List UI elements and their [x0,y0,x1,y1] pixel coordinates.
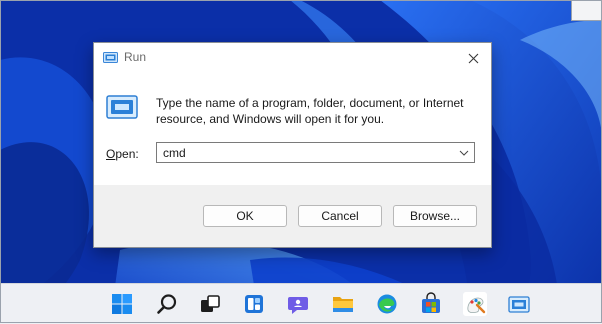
combo-dropdown-button[interactable] [454,143,474,162]
paint-icon [463,292,487,316]
start-button[interactable] [110,292,134,316]
search-icon [157,294,177,314]
widgets-button[interactable] [242,292,266,316]
open-label-text: pen: [115,147,139,161]
browse-button[interactable]: Browse... [393,205,477,227]
run-taskbar-button[interactable] [507,292,531,316]
open-label: Open: [106,147,139,161]
edge-icon [377,294,397,314]
file-explorer-button[interactable] [331,292,355,316]
close-button[interactable] [455,43,491,73]
open-label-mnemonic: O [106,147,116,161]
search-button[interactable] [155,292,179,316]
window-title: Run [124,50,147,64]
file-explorer-icon [333,297,353,312]
microsoft-store-icon [422,292,440,313]
paint-button[interactable] [463,292,487,316]
window-corner [571,0,602,21]
cancel-button[interactable]: Cancel [298,205,382,227]
widgets-icon [245,295,263,313]
title-bar[interactable]: Run [94,43,491,73]
dialog-footer: OK Cancel Browse... [94,185,491,247]
ok-button[interactable]: OK [203,205,287,227]
chat-icon [288,297,308,314]
run-icon [103,52,118,63]
run-large-icon [106,95,138,119]
task-view-button[interactable] [198,292,222,316]
windows-start-icon [112,294,132,314]
taskbar [0,283,602,324]
task-view-icon [201,295,220,312]
open-input[interactable] [157,143,459,162]
microsoft-store-button[interactable] [419,292,443,316]
close-icon [468,53,478,63]
run-description: Type the name of a program, folder, docu… [156,96,464,126]
edge-button[interactable] [375,292,399,316]
run-icon [508,296,530,313]
open-combobox[interactable] [156,142,475,163]
run-dialog: Run Type the name of a program, folder, … [93,42,492,248]
chat-button[interactable] [286,292,310,316]
chevron-down-icon [459,150,469,156]
